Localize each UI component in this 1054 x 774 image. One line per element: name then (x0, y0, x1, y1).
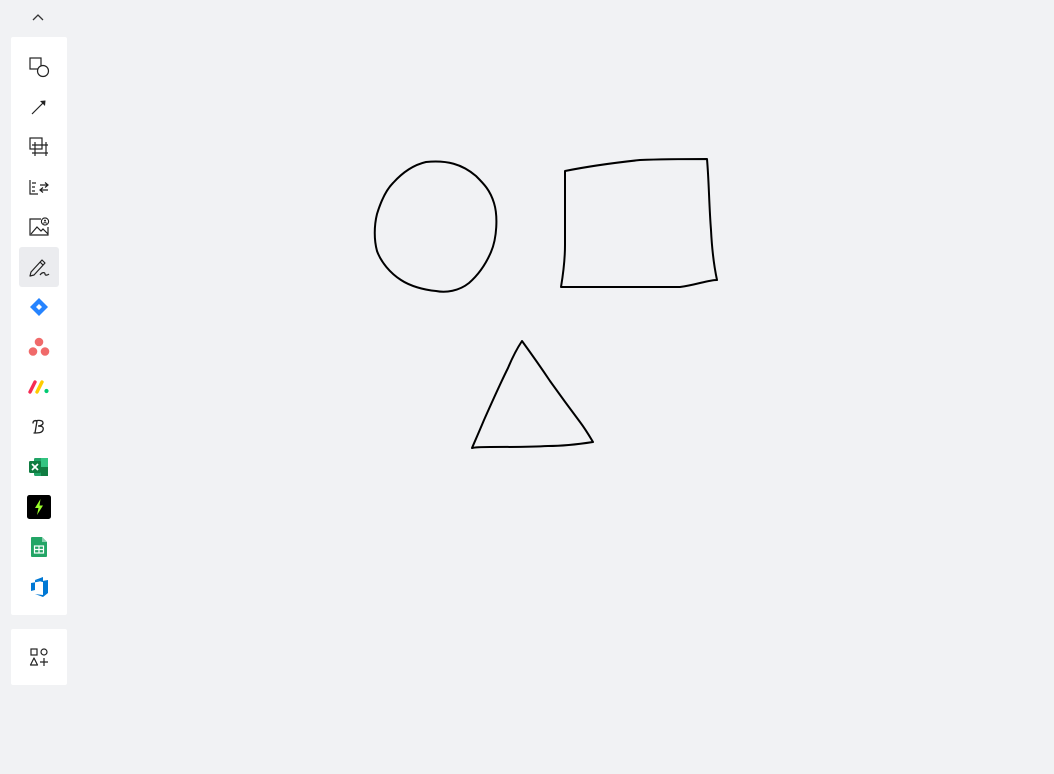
pen-icon (29, 259, 50, 277)
image-icon (29, 217, 50, 236)
image-upload-tool-button[interactable] (19, 207, 59, 247)
drawing-layer[interactable] (0, 0, 1054, 774)
monday-app-button[interactable] (19, 367, 59, 407)
google-sheets-app-button[interactable] (19, 527, 59, 567)
text-swap-icon (29, 180, 49, 195)
asana-logo-icon (28, 337, 50, 356)
creation-toolbar (11, 37, 67, 615)
b-app-button[interactable] (19, 407, 59, 447)
connection-line-tool-button[interactable] (19, 87, 59, 127)
azure-devops-app-button[interactable] (19, 567, 59, 607)
hand-drawn-triangle[interactable] (471, 340, 594, 449)
more-apps-button[interactable] (19, 637, 59, 677)
more-apps-panel (11, 629, 67, 685)
bolt-app-icon (27, 495, 51, 519)
arrow-line-icon (31, 100, 46, 115)
whiteboard-canvas[interactable] (0, 0, 1054, 774)
monday-logo-icon (28, 380, 49, 394)
excel-logo-icon (29, 458, 48, 476)
jira-logo-icon (30, 298, 48, 316)
pen-tool-button[interactable] (19, 247, 59, 287)
azure-devops-logo-icon (31, 577, 48, 597)
shapes-tool-button[interactable] (19, 47, 59, 87)
collapse-toolbar-button[interactable] (26, 6, 50, 28)
frame-icon (29, 137, 48, 156)
script-b-icon (32, 419, 44, 434)
asana-app-button[interactable] (19, 327, 59, 367)
google-sheets-logo-icon (31, 537, 47, 557)
more-apps-icon (29, 648, 48, 666)
excel-app-button[interactable] (19, 447, 59, 487)
square-circle-shapes-icon (29, 57, 50, 78)
bolt-app-button[interactable] (19, 487, 59, 527)
hand-drawn-circle[interactable] (373, 160, 498, 293)
structured-text-tool-button[interactable] (19, 167, 59, 207)
hand-drawn-rectangle[interactable] (560, 158, 718, 288)
frame-tool-button[interactable] (19, 127, 59, 167)
jira-app-button[interactable] (19, 287, 59, 327)
chevron-up-icon (32, 14, 44, 21)
